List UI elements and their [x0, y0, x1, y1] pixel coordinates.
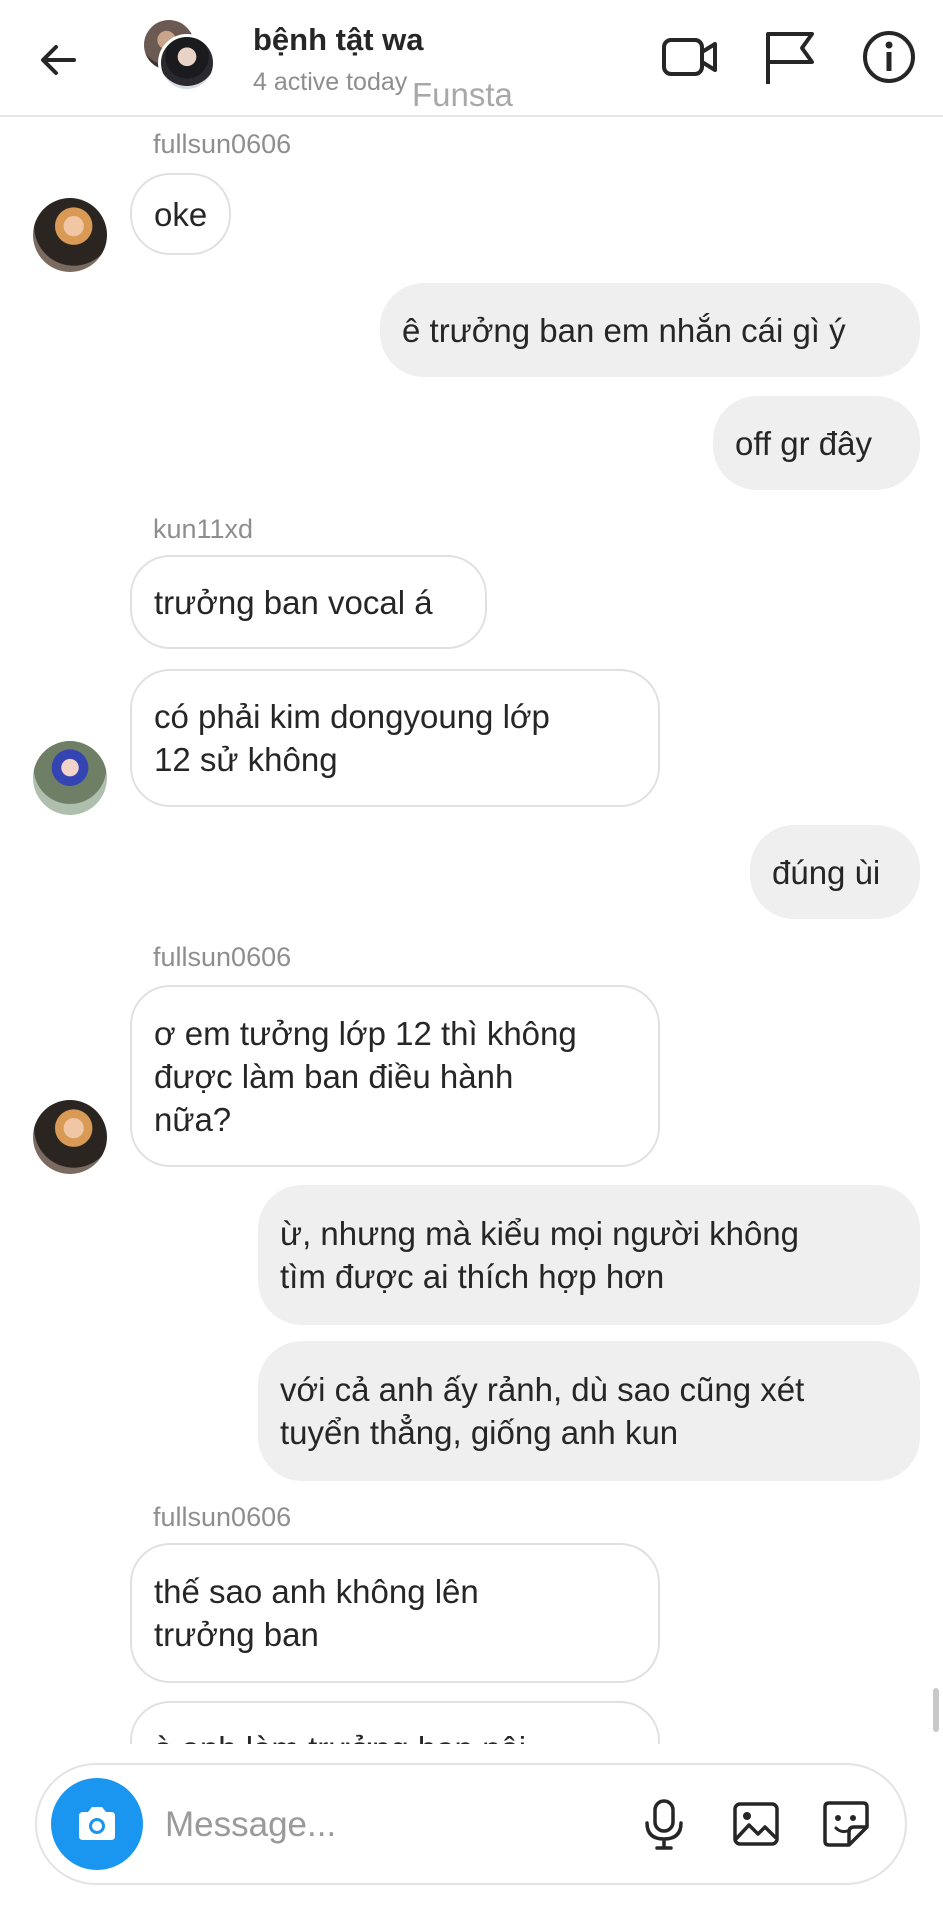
info-icon[interactable]	[858, 26, 920, 88]
message-text: ơ em tưởng lớp 12 thì không được làm ban…	[154, 1014, 577, 1138]
avatar[interactable]	[33, 741, 107, 815]
message-text: đúng ùi	[772, 853, 881, 891]
message-bubble[interactable]: thế sao anh không lên trưởng ban	[130, 1543, 660, 1683]
gallery-icon[interactable]	[727, 1795, 785, 1853]
message-text: oke	[154, 195, 208, 233]
chat-title[interactable]: bệnh tật wa	[253, 22, 424, 58]
sender-name: kun11xd	[153, 514, 254, 544]
message-bubble[interactable]: trưởng ban vocal á	[130, 555, 487, 649]
message-bubble[interactable]: à anh làm trưởng ban nội	[130, 1701, 660, 1744]
video-call-icon[interactable]	[658, 26, 720, 88]
scrollbar[interactable]	[933, 1688, 939, 1732]
avatar[interactable]	[33, 1100, 107, 1174]
message-bubble[interactable]: đúng ùi	[750, 825, 920, 919]
message-text: có phải kim dongyoung lớp 12 sử không	[154, 698, 550, 778]
message-bubble[interactable]: ơ em tưởng lớp 12 thì không được làm ban…	[130, 985, 660, 1167]
member-avatar	[158, 34, 216, 92]
message-text: à anh làm trưởng ban nội	[154, 1727, 526, 1744]
message-text: trưởng ban vocal á	[154, 583, 433, 621]
back-arrow-icon[interactable]	[34, 36, 82, 84]
camera-icon	[79, 1807, 115, 1840]
message-text: ê trưởng ban em nhắn cái gì ý	[402, 311, 846, 349]
message-bubble[interactable]: ừ, nhưng mà kiểu mọi người không tìm đượ…	[258, 1185, 920, 1325]
flag-icon[interactable]	[758, 26, 820, 88]
avatar[interactable]	[33, 198, 107, 272]
sender-name: fullsun0606	[153, 129, 292, 159]
camera-button[interactable]	[51, 1778, 143, 1870]
message-thread[interactable]: fullsun0606 oke ê trưởng ban em nhắn cái…	[0, 119, 943, 1744]
sticker-icon[interactable]	[817, 1795, 875, 1853]
message-bubble[interactable]: oke	[130, 173, 232, 255]
message-bubble[interactable]: với cả anh ấy rảnh, dù sao cũng xét tuyể…	[258, 1341, 920, 1481]
message-composer	[35, 1763, 907, 1885]
message-bubble[interactable]: ê trưởng ban em nhắn cái gì ý	[380, 283, 920, 377]
chat-header: bệnh tật wa 4 active today Funsta	[0, 0, 943, 117]
microphone-icon[interactable]	[635, 1795, 693, 1853]
message-text: thế sao anh không lên trưởng ban	[154, 1573, 479, 1653]
watermark: Funsta	[412, 76, 513, 113]
message-text: ừ, nhưng mà kiểu mọi người không tìm đượ…	[280, 1215, 800, 1295]
message-bubble[interactable]: off gr đây	[713, 396, 920, 490]
sender-name: fullsun0606	[153, 1502, 292, 1532]
message-bubble[interactable]: có phải kim dongyoung lớp 12 sử không	[130, 669, 660, 807]
active-status: 4 active today	[253, 68, 408, 96]
message-input[interactable]	[165, 1795, 505, 1855]
sender-name: fullsun0606	[153, 942, 292, 972]
message-text: với cả anh ấy rảnh, dù sao cũng xét tuyể…	[280, 1371, 805, 1451]
message-text: off gr đây	[735, 424, 872, 462]
group-avatar[interactable]	[140, 18, 218, 96]
